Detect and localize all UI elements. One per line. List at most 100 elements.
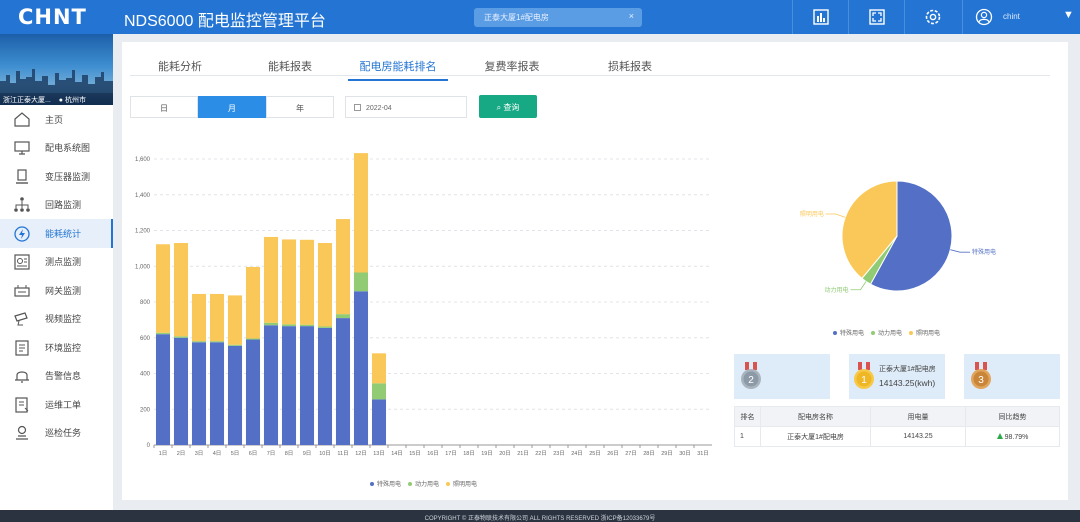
cell-site-name: 正泰大厦1#配电房	[760, 426, 871, 447]
report-icon	[812, 9, 829, 25]
x-tick-label: 4日	[213, 450, 222, 457]
date-picker-input[interactable]: 2022-04	[345, 96, 467, 118]
bar-segment[interactable]	[173, 243, 189, 337]
sidebar-item-workorder[interactable]: 运维工单	[0, 390, 113, 419]
chevron-down-icon[interactable]: ▼	[1063, 9, 1074, 21]
period-year-button[interactable]: 年	[266, 96, 334, 118]
bar-segment[interactable]	[371, 383, 387, 400]
city-skyline-image	[0, 69, 113, 93]
sidebar-item-environment[interactable]: 环境监控	[0, 333, 113, 362]
tab-3[interactable]: 复费率报表	[462, 58, 562, 74]
user-menu[interactable]: chint ▼	[962, 0, 1080, 34]
bar-segment[interactable]	[209, 293, 225, 342]
bar-segment[interactable]	[227, 295, 243, 345]
bar-segment[interactable]	[155, 334, 171, 445]
bar-segment[interactable]	[317, 327, 333, 445]
col-trend: 同比趋势	[965, 406, 1060, 427]
bar-segment[interactable]	[353, 272, 369, 292]
bar-segment[interactable]	[371, 399, 387, 445]
sidebar-item-label: 巡检任务	[45, 428, 82, 439]
sidebar-item-label: 回路监测	[45, 200, 82, 211]
bar-segment[interactable]	[155, 332, 171, 335]
bar-segment[interactable]	[191, 293, 207, 342]
bar-segment[interactable]	[335, 219, 351, 315]
settings-button[interactable]	[904, 0, 960, 34]
date-value: 2022-04	[366, 105, 392, 112]
x-tick-label: 8日	[285, 450, 294, 457]
bar-segment[interactable]	[299, 239, 315, 325]
x-tick-label: 15日	[409, 450, 421, 457]
sidebar-item-gauge[interactable]: 测点监测	[0, 248, 113, 277]
bar-segment[interactable]	[263, 236, 279, 323]
bar-segment[interactable]	[173, 336, 189, 338]
sidebar-item-bell[interactable]: 告警信息	[0, 362, 113, 391]
bar-segment[interactable]	[263, 322, 279, 326]
legend-marker	[446, 482, 450, 486]
bar-segment[interactable]	[155, 244, 171, 333]
sidebar-item-label: 测点监测	[45, 257, 82, 268]
calendar-icon	[354, 104, 361, 111]
bar-segment[interactable]	[173, 337, 189, 445]
bar-segment[interactable]	[245, 338, 261, 340]
sidebar-item-inspection[interactable]: 巡检任务	[0, 419, 113, 448]
fullscreen-button[interactable]	[848, 0, 904, 34]
banner-strip: 浙江正泰大厦... ● 杭州市	[0, 93, 113, 105]
legend-marker	[909, 331, 913, 335]
sidebar-item-gateway[interactable]: 网关监测	[0, 276, 113, 305]
bar-segment[interactable]	[227, 345, 243, 445]
x-tick-label: 16日	[427, 450, 439, 457]
x-tick-label: 28日	[643, 450, 655, 457]
bar-segment[interactable]	[299, 326, 315, 445]
bar-segment[interactable]	[245, 266, 261, 339]
sidebar-item-monitor[interactable]: 配电系统图	[0, 134, 113, 163]
table-row[interactable]: 1 正泰大厦1#配电房 14143.25 98.79%	[734, 426, 1060, 447]
bar-segment[interactable]	[281, 239, 297, 325]
x-tick-label: 3日	[195, 450, 204, 457]
tab-0[interactable]: 能耗分析	[130, 58, 230, 74]
bar-segment[interactable]	[335, 318, 351, 445]
x-tick-label: 24日	[571, 450, 583, 457]
bar-segment[interactable]	[245, 339, 261, 445]
sidebar-item-network[interactable]: 回路监测	[0, 191, 113, 220]
main-panel: 能耗分析 能耗报表 配电房能耗排名 复费率报表 损耗报表 日 月 年 2022-04 ⌕…	[122, 42, 1068, 500]
x-tick-label: 29日	[661, 450, 673, 457]
clear-icon[interactable]: ×	[629, 11, 634, 21]
period-day-button[interactable]: 日	[130, 96, 198, 118]
banner-city: 杭州市	[64, 97, 86, 104]
trend-value: 98.79%	[1004, 433, 1029, 441]
bar-segment[interactable]	[353, 153, 369, 273]
tab-1[interactable]: 能耗报表	[240, 58, 340, 74]
bar-segment[interactable]	[317, 326, 333, 328]
tab-2[interactable]: 配电房能耗排名	[348, 58, 448, 81]
cell-trend: 98.79%	[965, 426, 1060, 447]
bar-segment[interactable]	[353, 291, 369, 445]
sidebar-item-energy[interactable]: 能耗统计	[0, 219, 113, 248]
top-bar: CHNT NDS6000 配电监控管理平台 正泰大厦1#配电房 × chint …	[0, 0, 1080, 34]
bar-segment[interactable]	[371, 353, 387, 384]
user-avatar-icon	[975, 8, 993, 26]
sidebar-item-transformer[interactable]: 变压器监测	[0, 162, 113, 191]
legend-marker	[370, 482, 374, 486]
bar-segment[interactable]	[227, 344, 243, 346]
bar-segment[interactable]	[281, 324, 297, 327]
bar-segment[interactable]	[209, 341, 225, 343]
site-select[interactable]: 正泰大厦1#配电房 ×	[474, 8, 642, 27]
bar-segment[interactable]	[191, 342, 207, 445]
tab-4[interactable]: 损耗报表	[580, 58, 680, 74]
legend-marker	[833, 331, 837, 335]
inspection-icon	[13, 425, 31, 441]
sidebar-item-camera[interactable]: 视频监控	[0, 305, 113, 334]
bar-segment[interactable]	[317, 243, 333, 327]
bar-segment[interactable]	[263, 325, 279, 445]
bar-segment[interactable]	[335, 314, 351, 319]
x-tick-label: 14日	[391, 450, 403, 457]
period-month-button[interactable]: 月	[198, 96, 266, 118]
query-button[interactable]: ⌕ 查询	[479, 95, 537, 118]
bar-segment[interactable]	[299, 324, 315, 327]
report-button[interactable]	[792, 0, 848, 34]
bar-segment[interactable]	[191, 341, 207, 343]
sidebar-item-home[interactable]: 主页	[0, 105, 113, 134]
bar-segment[interactable]	[209, 342, 225, 445]
medal-rank-3: 3	[978, 375, 984, 386]
bar-segment[interactable]	[281, 326, 297, 445]
